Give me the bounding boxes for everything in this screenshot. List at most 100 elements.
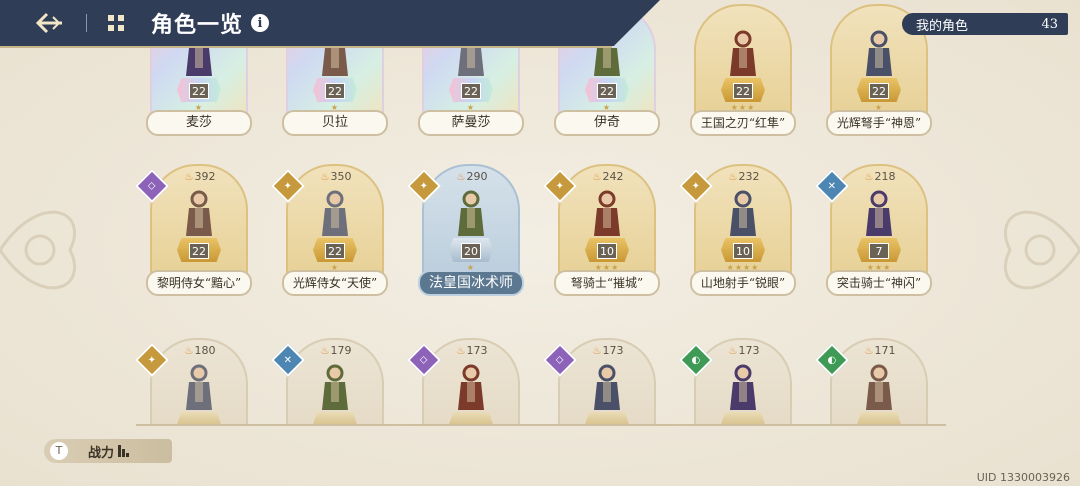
flame-icon: ♨ [184, 346, 194, 357]
character-card[interactable]: ♨171 ◐ [815, 338, 936, 426]
page-title: 角色一览 [151, 12, 244, 38]
power-value: ♨392 [180, 170, 220, 183]
character-sprite [594, 364, 620, 410]
character-card[interactable]: ♨180 ✦ [135, 338, 256, 426]
grid-icon [108, 15, 124, 31]
level-badge: 22 [325, 83, 345, 99]
level-badge: 22 [189, 83, 209, 99]
power-number: 179 [330, 344, 352, 357]
character-card[interactable]: ♨173 ◐ [679, 338, 800, 426]
character-sprite [186, 190, 212, 236]
power-value: ♨180 [180, 344, 220, 357]
level-badge: 22 [733, 83, 753, 99]
power-number: 242 [602, 170, 624, 183]
power-value: ♨173 [452, 344, 492, 357]
level-badge: 22 [461, 83, 481, 99]
character-sprite [730, 190, 756, 236]
level-badge: 22 [189, 243, 209, 259]
character-name: 王国之刃“红隼” [690, 110, 796, 136]
level-badge: 22 [597, 83, 617, 99]
power-value: ♨173 [724, 344, 764, 357]
character-sprite [866, 190, 892, 236]
my-characters-label: 我的角色 [916, 18, 969, 34]
character-sprite [458, 364, 484, 410]
power-number: 173 [466, 344, 488, 357]
character-name: 麦莎 [146, 110, 252, 136]
character-name: 伊奇 [554, 110, 660, 136]
back-arrow-icon [35, 12, 62, 34]
power-number: 173 [602, 344, 624, 357]
character-name: 山地射手“锐眼” [690, 270, 796, 296]
character-name: 法皇国冰术师 [418, 270, 524, 296]
power-number: 350 [330, 170, 352, 183]
power-value: ♨179 [316, 344, 356, 357]
character-card[interactable]: 22 ★★★ 王国之刃“红隼” [690, 4, 800, 136]
power-number: 171 [874, 344, 896, 357]
header-edge [0, 46, 612, 48]
flame-icon: ♨ [320, 346, 330, 357]
power-sort-button[interactable]: T 战力 [44, 439, 172, 463]
flame-icon: ♨ [320, 172, 330, 183]
character-name: 突击骑士“神闪” [826, 270, 932, 296]
flame-icon: ♨ [456, 172, 466, 183]
my-characters-count: 43 [1041, 16, 1058, 32]
my-characters-badge: 我的角色 43 [902, 13, 1068, 35]
character-card[interactable]: 22 ★ ♨350 ✦ 光辉侍女“天使” [271, 164, 392, 296]
flame-icon: ♨ [456, 346, 466, 357]
flame-icon: ♨ [592, 172, 602, 183]
character-card[interactable]: ♨179 ✕ [271, 338, 392, 426]
character-grid: 22 ★ 麦莎 22 ★ 贝拉 22 ★ 萨曼莎 22 ★ 伊奇 22 ★★★ 王国之刃“红隼” 22 ★ 光辉弩… [0, 0, 1080, 426]
back-button[interactable] [30, 8, 70, 38]
flame-icon: ♨ [728, 346, 738, 357]
level-badge: 22 [325, 243, 345, 259]
power-value: ♨350 [316, 170, 356, 183]
character-sprite [458, 190, 484, 236]
level-badge: 10 [733, 243, 753, 259]
level-badge: 7 [869, 243, 889, 259]
character-card[interactable]: 22 ♨392 ◇ 黎明侍女“黯心” [135, 164, 256, 296]
power-value: ♨232 [724, 170, 764, 183]
bottom-divider [136, 424, 946, 426]
power-number: 173 [738, 344, 760, 357]
power-number: 180 [194, 344, 216, 357]
power-value: ♨290 [452, 170, 492, 183]
character-card[interactable]: ♨173 ◇ [543, 338, 664, 426]
character-card[interactable]: 7 ★★★ ♨218 ✕ 突击骑士“神闪” [815, 164, 936, 296]
character-sprite [866, 364, 892, 410]
power-value: ♨242 [588, 170, 628, 183]
filter-badge: T [50, 442, 68, 460]
power-value: ♨171 [860, 344, 900, 357]
character-card[interactable]: 10 ★★★ ♨242 ✦ 弩骑士“摧城” [543, 164, 664, 296]
info-icon[interactable]: i [251, 14, 270, 32]
character-sprite [322, 190, 348, 236]
power-number: 290 [466, 170, 488, 183]
power-number: 218 [874, 170, 896, 183]
flame-icon: ♨ [864, 172, 874, 183]
character-card[interactable]: ♨173 ◇ [407, 338, 528, 426]
header-bar: 角色一览 i [0, 0, 660, 46]
character-card[interactable]: 20 ★ ♨290 ✦ 法皇国冰术师 [407, 164, 528, 296]
character-sprite [730, 30, 756, 76]
power-sort-label: 战力 [88, 445, 115, 461]
power-value: ♨218 [860, 170, 900, 183]
level-badge: 10 [597, 243, 617, 259]
character-sprite [866, 30, 892, 76]
level-badge: 20 [461, 243, 481, 259]
character-card[interactable]: 10 ★★★★ ♨232 ✦ 山地射手“锐眼” [679, 164, 800, 296]
view-toggle-button[interactable] [103, 10, 129, 36]
flame-icon: ♨ [864, 346, 874, 357]
character-name: 贝拉 [282, 110, 388, 136]
flame-icon: ♨ [592, 346, 602, 357]
character-sprite [322, 364, 348, 410]
sort-bars-icon [118, 445, 130, 457]
uid-label: UID 1330003926 [976, 471, 1070, 484]
power-number: 392 [194, 170, 216, 183]
character-name: 黎明侍女“黯心” [146, 270, 252, 296]
power-value: ♨173 [588, 344, 628, 357]
flame-icon: ♨ [184, 172, 194, 183]
flame-icon: ♨ [728, 172, 738, 183]
character-sprite [186, 364, 212, 410]
character-name: 弩骑士“摧城” [554, 270, 660, 296]
header-separator [86, 14, 87, 32]
character-name: 萨曼莎 [418, 110, 524, 136]
